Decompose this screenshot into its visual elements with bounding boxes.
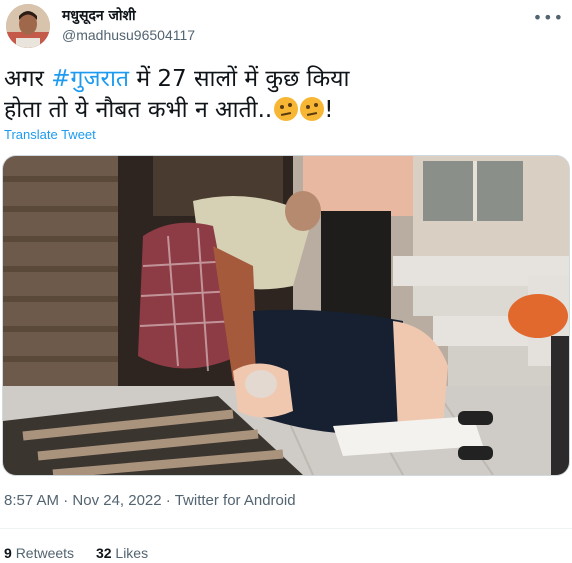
tweet-text-start: अगर	[4, 66, 52, 92]
likes-stat[interactable]: 32 Likes	[96, 545, 148, 561]
hashtag-link[interactable]: #गुजरात	[51, 66, 129, 92]
author-handle[interactable]: @madhusu96504117	[62, 27, 195, 43]
tweet-photo[interactable]	[2, 155, 570, 476]
tweet-text-line1-end: में 27 सालों में कुछ किया	[129, 66, 350, 92]
tweet-text-line2: होता तो ये नौबत कभी न आती..	[4, 97, 273, 123]
tweet-metadata: 8:57 AM · Nov 24, 2022 · Twitter for And…	[4, 492, 296, 509]
likes-label: Likes	[115, 545, 149, 561]
retweets-stat[interactable]: 9 Retweets	[4, 545, 74, 561]
tweet-date[interactable]: Nov 24, 2022	[72, 492, 161, 509]
tweet-text-end: !	[324, 97, 334, 123]
tweet-text: अगर #गुजरात में 27 सालों में कुछ किया हो…	[4, 64, 504, 126]
thinking-face-icon	[274, 97, 299, 121]
author-display-name[interactable]: मधुसूदन जोशी	[62, 6, 136, 25]
retweets-label: Retweets	[15, 545, 75, 561]
avatar[interactable]	[6, 4, 50, 48]
tweet-time[interactable]: 8:57 AM	[4, 492, 59, 509]
meta-separator: ·	[161, 492, 175, 509]
meta-separator: ·	[59, 492, 73, 509]
retweets-count: 9	[4, 545, 12, 561]
tweet-stats: 9 Retweets 32 Likes	[4, 545, 166, 561]
photo-scene	[3, 156, 569, 475]
thinking-face-icon	[300, 97, 325, 121]
avatar-image	[6, 4, 50, 48]
more-options-icon[interactable]: •••	[533, 8, 564, 27]
divider	[0, 528, 572, 529]
tweet-source[interactable]: Twitter for Android	[175, 492, 296, 509]
likes-count: 32	[95, 545, 112, 561]
translate-tweet-link[interactable]: Translate Tweet	[4, 127, 96, 142]
